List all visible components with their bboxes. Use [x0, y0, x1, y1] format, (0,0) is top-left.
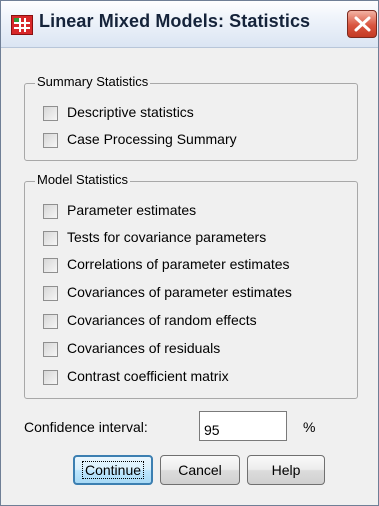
model-statistics-label: Model Statistics	[35, 172, 131, 187]
tests-covariance-parameters-label: Tests for covariance parameters	[67, 229, 267, 245]
covariances-random-effects-checkbox[interactable]	[43, 314, 58, 329]
parameter-estimates-label: Parameter estimates	[67, 202, 197, 218]
close-button[interactable]	[347, 10, 377, 38]
close-icon	[354, 16, 371, 32]
case-processing-summary-label: Case Processing Summary	[67, 131, 237, 147]
tests-covariance-parameters-checkbox[interactable]	[43, 231, 58, 246]
confidence-interval-input[interactable]	[199, 411, 287, 441]
case-processing-summary-checkbox[interactable]	[43, 133, 58, 148]
continue-button-label: Continue	[81, 461, 145, 479]
correlations-parameter-estimates-label: Correlations of parameter estimates	[67, 256, 290, 272]
title-bar[interactable]: Linear Mixed Models: Statistics	[1, 1, 378, 48]
continue-button[interactable]: Continue	[73, 455, 153, 485]
parameter-estimates-checkbox[interactable]	[43, 204, 58, 219]
summary-statistics-group	[24, 83, 358, 161]
dialog-title: Linear Mixed Models: Statistics	[39, 11, 311, 31]
confidence-interval-label: Confidence interval:	[24, 419, 148, 435]
contrast-coefficient-matrix-checkbox[interactable]	[43, 370, 58, 385]
covariances-parameter-estimates-checkbox[interactable]	[43, 286, 58, 301]
percent-sign: %	[303, 419, 316, 435]
correlations-parameter-estimates-checkbox[interactable]	[43, 258, 58, 273]
descriptive-statistics-checkbox[interactable]	[43, 106, 58, 121]
spss-table-icon	[11, 15, 33, 35]
covariances-parameter-estimates-label: Covariances of parameter estimates	[67, 284, 292, 300]
summary-statistics-label: Summary Statistics	[35, 74, 151, 89]
covariances-residuals-label: Covariances of residuals	[67, 340, 221, 356]
dialog-window: Linear Mixed Models: Statistics Summary …	[0, 0, 379, 506]
descriptive-statistics-label: Descriptive statistics	[67, 104, 194, 120]
help-button[interactable]: Help	[247, 455, 325, 485]
contrast-coefficient-matrix-label: Contrast coefficient matrix	[67, 368, 229, 384]
cancel-button[interactable]: Cancel	[160, 455, 240, 485]
covariances-residuals-checkbox[interactable]	[43, 342, 58, 357]
covariances-random-effects-label: Covariances of random effects	[67, 312, 257, 328]
